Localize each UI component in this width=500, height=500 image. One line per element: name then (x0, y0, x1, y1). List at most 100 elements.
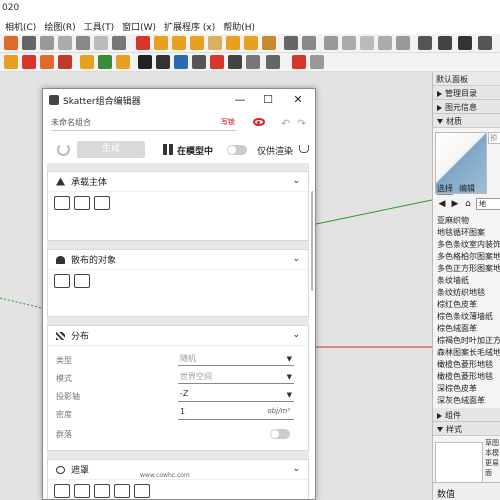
list-item[interactable]: 多色条纹室内装饰 (437, 239, 500, 251)
tool-icon[interactable] (226, 36, 240, 50)
tool-icon[interactable] (138, 55, 152, 69)
list-item[interactable]: 多色正方形图案地 (437, 263, 500, 275)
library-dropdown[interactable]: 地 (476, 198, 500, 210)
projection-axis-select[interactable]: -Z ▼ (178, 389, 294, 402)
tool-icon[interactable] (192, 55, 206, 69)
menu-help[interactable]: 帮助(H) (220, 18, 260, 34)
add-folder-icon[interactable] (74, 274, 90, 288)
tool-icon[interactable] (302, 36, 316, 50)
composition-name-field[interactable]: 未命名组合 写锁 (51, 117, 237, 131)
distribution-section-header[interactable]: 分布 ⌄ (48, 326, 308, 346)
tool-icon[interactable] (292, 55, 306, 69)
dialog-scrollbar[interactable] (311, 191, 313, 291)
tool-icon[interactable] (246, 55, 260, 69)
tray-section-materials[interactable]: 材质 (433, 114, 500, 128)
minimize-icon[interactable]: — (233, 93, 247, 107)
tool-icon[interactable] (210, 55, 224, 69)
tool-icon[interactable] (58, 55, 72, 69)
list-item[interactable]: 条纹墙纸 (437, 275, 500, 287)
undo-icon[interactable]: ↶ (281, 117, 290, 130)
tool-icon[interactable] (208, 36, 222, 50)
chevron-down-icon[interactable]: ⌄ (292, 464, 300, 474)
tool-icon[interactable] (4, 36, 18, 50)
tool-icon[interactable] (22, 55, 36, 69)
menu-camera[interactable]: 相机(C) (2, 18, 41, 34)
tool-icon[interactable] (172, 36, 186, 50)
tool-icon[interactable] (154, 36, 168, 50)
home-icon[interactable]: ⌂ (463, 198, 473, 210)
tool-icon[interactable] (4, 55, 18, 69)
objects-section-header[interactable]: 散布的对象 ⌄ (48, 250, 308, 270)
paint-icon[interactable] (54, 484, 70, 498)
mode-select[interactable]: 世界空间 ▼ (178, 371, 294, 384)
close-icon[interactable]: ✕ (291, 93, 305, 107)
tool-icon[interactable] (438, 36, 452, 50)
tool-icon[interactable] (136, 36, 150, 50)
curve-icon[interactable] (74, 484, 90, 498)
lock-badge[interactable]: 写锁 (221, 117, 235, 127)
tool-icon[interactable] (310, 55, 324, 69)
list-item[interactable]: 棕色绒面革 (437, 323, 500, 335)
add-path-icon[interactable] (74, 196, 90, 210)
tool-icon[interactable] (112, 36, 126, 50)
tool-icon[interactable] (324, 36, 338, 50)
image-icon[interactable] (114, 484, 130, 498)
tool-icon[interactable] (378, 36, 392, 50)
tool-icon[interactable] (360, 36, 374, 50)
menu-extensions[interactable]: 扩展程序 (x) (161, 18, 220, 34)
tool-icon[interactable] (478, 36, 492, 50)
list-item[interactable]: 橄榄色菱形地毯 (437, 359, 500, 371)
list-item[interactable]: 棕色条纹薄墙纸 (437, 311, 500, 323)
teapot-icon[interactable] (299, 145, 309, 153)
tool-icon[interactable] (58, 36, 72, 50)
add-point-icon[interactable] (94, 196, 110, 210)
tool-icon[interactable] (284, 36, 298, 50)
tool-icon[interactable] (76, 36, 90, 50)
tool-icon[interactable] (40, 55, 54, 69)
tool-icon[interactable] (418, 36, 432, 50)
tool-icon[interactable] (156, 55, 170, 69)
list-item[interactable]: 条纹纺织地毯 (437, 287, 500, 299)
chevron-down-icon[interactable]: ⌄ (292, 330, 300, 340)
tray-section-outliner[interactable]: 管理目录 (433, 86, 500, 100)
list-item[interactable]: 棕褐色时叶加正方 (437, 335, 500, 347)
tool-icon[interactable] (458, 36, 472, 50)
tool-icon[interactable] (262, 36, 276, 50)
list-item[interactable]: 多色格柏尔图案地 (437, 251, 500, 263)
tool-icon[interactable] (228, 55, 242, 69)
menu-window[interactable]: 窗口(W) (119, 18, 161, 34)
host-section-header[interactable]: 承载主体 ⌄ (48, 172, 308, 192)
in-model-toggle[interactable] (227, 145, 247, 155)
tray-section-entity-info[interactable]: 图元信息 (433, 100, 500, 114)
preset-field[interactable]: 预设 (488, 132, 500, 144)
type-select[interactable]: 随机 ▼ (178, 353, 294, 366)
forward-icon[interactable]: ▶ (450, 198, 460, 210)
eye-icon[interactable] (253, 118, 265, 126)
list-item[interactable]: 森林图案长毛绒地 (437, 347, 500, 359)
tab-edit[interactable]: 编辑 (459, 183, 475, 195)
list-item[interactable]: 深棕色皮革 (437, 383, 500, 395)
tool-icon[interactable] (396, 36, 410, 50)
tool-icon[interactable] (174, 55, 188, 69)
list-item[interactable]: 橄榄色菱形地毯 (437, 371, 500, 383)
refresh-icon[interactable] (57, 143, 70, 156)
chevron-down-icon[interactable]: ⌄ (292, 254, 300, 264)
tool-icon[interactable] (116, 55, 130, 69)
back-icon[interactable]: ◀ (437, 198, 447, 210)
tool-icon[interactable] (22, 36, 36, 50)
tool-icon[interactable] (98, 55, 112, 69)
tool-icon[interactable] (94, 36, 108, 50)
tool-icon[interactable] (244, 36, 258, 50)
list-item[interactable]: 深灰色绒面革 (437, 395, 500, 407)
clusters-toggle[interactable] (270, 429, 290, 439)
shape-icon[interactable] (94, 484, 110, 498)
menu-draw[interactable]: 绘图(R) (41, 18, 80, 34)
list-item[interactable]: 棕红色皮革 (437, 299, 500, 311)
menu-tools[interactable]: 工具(T) (81, 18, 120, 34)
redo-icon[interactable]: ↷ (297, 117, 306, 130)
list-item[interactable]: 地毯循环图案 (437, 227, 500, 239)
add-host-icon[interactable] (54, 196, 70, 210)
density-input[interactable]: 1 obj/m² (178, 407, 294, 420)
tool-icon[interactable] (190, 36, 204, 50)
list-item[interactable]: 亚麻织物 (437, 215, 500, 227)
